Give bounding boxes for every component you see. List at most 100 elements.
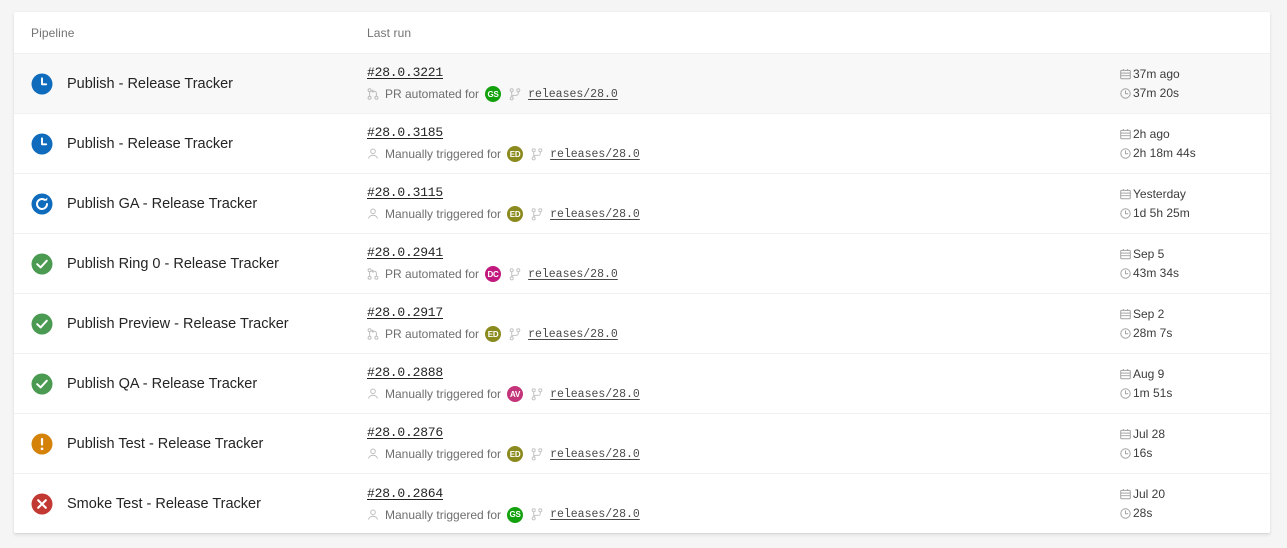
pipeline-name[interactable]: Publish QA - Release Tracker — [67, 376, 257, 392]
branch-icon — [509, 267, 521, 281]
trigger-text: Manually triggered for — [385, 447, 502, 461]
branch-link[interactable]: releases/28.0 — [550, 508, 640, 521]
clock-icon — [1120, 267, 1131, 279]
trigger-text: Manually triggered for — [385, 147, 502, 161]
pipeline-run-list: Publish - Release Tracker #28.0.3221 PR au… — [14, 54, 1270, 533]
time-cell: 2h ago 2h 18m 44s — [1110, 114, 1270, 173]
trigger-text: PR automated for — [385, 267, 480, 281]
pipeline-name[interactable]: Publish - Release Tracker — [67, 136, 233, 152]
pipeline-cell: Publish - Release Tracker — [14, 114, 354, 173]
branch-icon — [531, 387, 543, 401]
run-id-link[interactable]: #28.0.3185 — [367, 125, 443, 140]
branch-link[interactable]: releases/28.0 — [528, 268, 618, 281]
avatar[interactable]: AV — [507, 386, 524, 402]
avatar[interactable]: ED — [507, 206, 524, 222]
run-date-text: Sep 2 — [1133, 306, 1165, 321]
run-date-text: Aug 9 — [1133, 366, 1165, 381]
run-id-link[interactable]: #28.0.2888 — [367, 365, 443, 380]
run-date: 2h ago — [1120, 125, 1270, 144]
table-row[interactable]: Publish QA - Release Tracker #28.0.2888 Ma… — [14, 354, 1270, 414]
table-row[interactable]: Publish - Release Tracker #28.0.3185 Manua… — [14, 114, 1270, 174]
avatar[interactable]: ED — [507, 146, 524, 162]
trigger-text: Manually triggered for — [385, 507, 502, 522]
run-duration: 43m 34s — [1120, 264, 1270, 283]
avatar[interactable]: GS — [507, 506, 524, 523]
exclamation-circle-icon — [31, 433, 53, 455]
clock-icon — [1120, 327, 1131, 339]
run-duration-text: 28m 7s — [1133, 325, 1173, 340]
avatar[interactable]: ED — [485, 326, 502, 342]
pipeline-cell: Publish Preview - Release Tracker — [14, 294, 354, 353]
pipeline-cell: Publish - Release Tracker — [14, 54, 354, 113]
trigger-text: Manually triggered for — [385, 387, 502, 401]
pipeline-name[interactable]: Publish Test - Release Tracker — [67, 436, 263, 452]
pipeline-cell: Publish QA - Release Tracker — [14, 354, 354, 413]
time-cell: Yesterday 1d 5h 25m — [1110, 174, 1270, 233]
person-icon — [367, 448, 379, 460]
run-meta: Manually triggered for ED releases/28.0 — [367, 206, 1110, 222]
table-row[interactable]: Publish GA - Release Tracker #28.0.3115 Ma… — [14, 174, 1270, 234]
run-id-link[interactable]: #28.0.2941 — [367, 245, 443, 260]
branch-icon — [531, 447, 543, 461]
pipeline-name[interactable]: Publish - Release Tracker — [67, 76, 233, 92]
branch-icon — [531, 207, 543, 221]
run-id-link[interactable]: #28.0.2876 — [367, 425, 443, 440]
trigger-text: PR automated for — [385, 87, 480, 101]
avatar[interactable]: DC — [485, 266, 502, 282]
table-row[interactable]: Smoke Test - Release Tracker #28.0.2864 Ma… — [14, 474, 1270, 533]
pipeline-cell: Publish Test - Release Tracker — [14, 414, 354, 473]
time-cell: 37m ago 37m 20s — [1110, 54, 1270, 113]
pipeline-name[interactable]: Publish Preview - Release Tracker — [67, 316, 289, 332]
calendar-icon — [1120, 428, 1131, 440]
run-date-text: 2h ago — [1133, 126, 1170, 141]
run-duration-text: 1m 51s — [1133, 385, 1173, 400]
last-run-cell: #28.0.2888 Manually triggered for AV releas… — [354, 354, 1110, 413]
check-circle-icon — [31, 313, 53, 335]
check-circle-icon — [31, 253, 53, 275]
run-duration: 16s — [1120, 444, 1270, 463]
last-run-cell: #28.0.3221 PR automated for GS releases/28.… — [354, 54, 1110, 113]
run-meta: Manually triggered for ED releases/28.0 — [367, 446, 1110, 462]
calendar-icon — [1120, 308, 1131, 320]
avatar[interactable]: GS — [485, 86, 502, 102]
calendar-icon — [1120, 128, 1131, 140]
run-date: 37m ago — [1120, 65, 1270, 84]
run-date-text: Jul 28 — [1133, 426, 1166, 441]
branch-link[interactable]: releases/28.0 — [550, 388, 640, 401]
branch-icon — [531, 508, 543, 521]
person-icon — [367, 148, 379, 160]
run-date: Aug 9 — [1120, 365, 1270, 384]
branch-link[interactable]: releases/28.0 — [528, 88, 618, 101]
last-run-cell: #28.0.2864 Manually triggered for GS releas… — [354, 474, 1110, 533]
branch-icon — [509, 87, 521, 101]
pipeline-name[interactable]: Publish Ring 0 - Release Tracker — [67, 256, 279, 272]
table-row[interactable]: Publish - Release Tracker #28.0.3221 PR au… — [14, 54, 1270, 114]
avatar[interactable]: ED — [507, 446, 524, 462]
branch-link[interactable]: releases/28.0 — [550, 208, 640, 221]
table-row[interactable]: Publish Ring 0 - Release Tracker #28.0.29… — [14, 234, 1270, 294]
trigger-text: Manually triggered for — [385, 207, 502, 221]
branch-link[interactable]: releases/28.0 — [550, 148, 640, 161]
clock-icon — [1120, 508, 1131, 519]
branch-link[interactable]: releases/28.0 — [550, 448, 640, 461]
pipeline-name[interactable]: Publish GA - Release Tracker — [67, 196, 257, 212]
run-duration-text: 43m 34s — [1133, 265, 1180, 280]
run-date: Yesterday — [1120, 185, 1270, 204]
branch-link[interactable]: releases/28.0 — [528, 328, 618, 341]
time-cell: Aug 9 1m 51s — [1110, 354, 1270, 413]
run-id-link[interactable]: #28.0.2864 — [367, 486, 443, 501]
last-run-cell: #28.0.2876 Manually triggered for ED releas… — [354, 414, 1110, 473]
clock-icon — [1120, 87, 1131, 99]
run-meta: PR automated for DC releases/28.0 — [367, 266, 1110, 282]
table-row[interactable]: Publish Preview - Release Tracker #28.0.2… — [14, 294, 1270, 354]
run-id-link[interactable]: #28.0.3221 — [367, 65, 443, 80]
run-id-link[interactable]: #28.0.3115 — [367, 185, 443, 200]
run-duration: 1m 51s — [1120, 384, 1270, 403]
run-duration: 2h 18m 44s — [1120, 144, 1270, 163]
table-row[interactable]: Publish Test - Release Tracker #28.0.2876… — [14, 414, 1270, 474]
run-id-link[interactable]: #28.0.2917 — [367, 305, 443, 320]
column-header-last-run: Last run — [367, 25, 412, 40]
run-duration-text: 16s — [1133, 445, 1153, 460]
calendar-icon — [1120, 188, 1131, 200]
pipeline-name[interactable]: Smoke Test - Release Tracker — [67, 496, 261, 512]
